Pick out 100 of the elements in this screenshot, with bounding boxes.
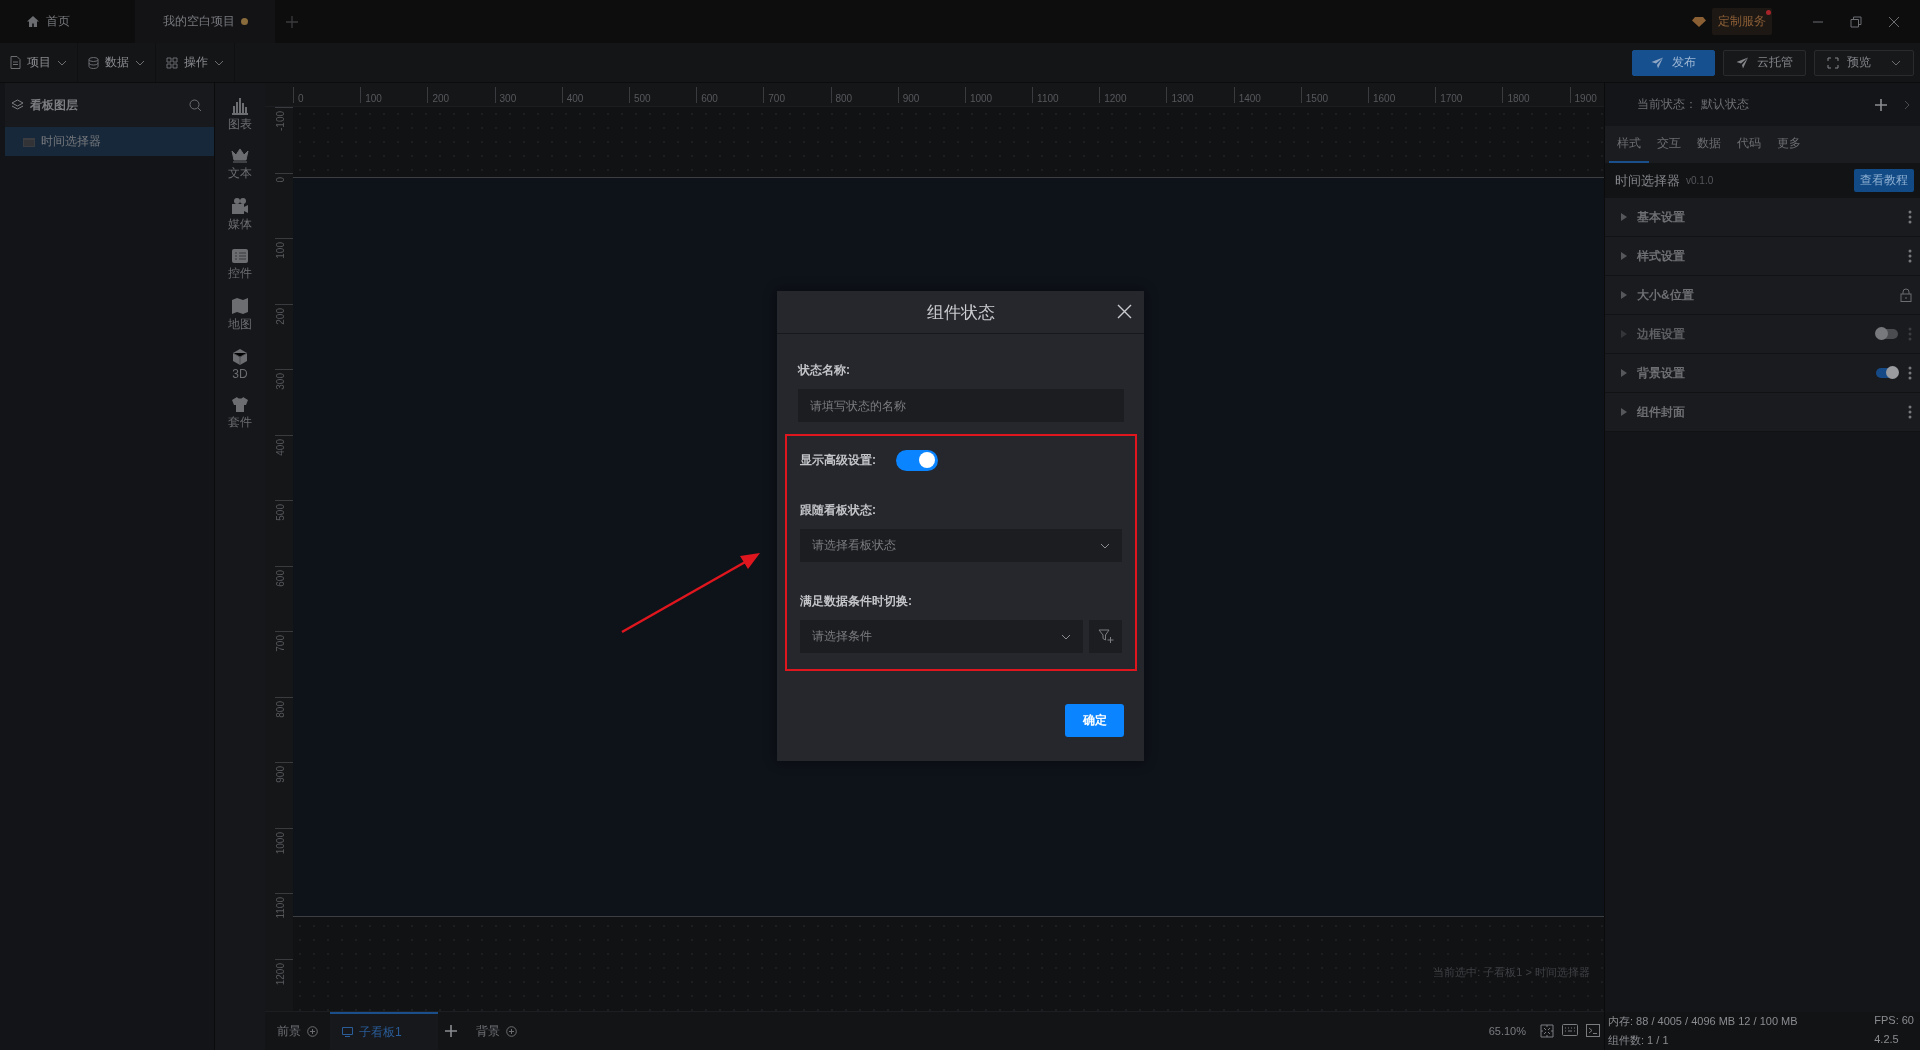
inspector-tab[interactable]: 交互 [1649, 126, 1689, 163]
monitor-icon [342, 1027, 353, 1037]
settings-section[interactable]: 基本设置 [1605, 198, 1920, 237]
expand-arrow-icon [1621, 408, 1627, 416]
settings-section[interactable]: 样式设置 [1605, 237, 1920, 276]
component-category[interactable]: 媒体 [218, 195, 262, 235]
add-state-icon[interactable] [1874, 97, 1888, 112]
title-tab[interactable]: 首页 [0, 0, 135, 43]
fps-counter: FPS: 60 [1874, 1014, 1914, 1028]
publish-button[interactable]: 发布 [1632, 49, 1715, 76]
title-tab[interactable]: 我的空白项目 [135, 0, 275, 43]
restore-icon[interactable] [1850, 15, 1862, 28]
select-field[interactable]: 请选择看板状态 [800, 529, 1122, 562]
layer-item[interactable]: 时间选择器 [5, 127, 214, 156]
board-tab[interactable]: 背景 [464, 1012, 529, 1050]
component-category[interactable]: 控件 [218, 246, 262, 284]
cloud-host-button[interactable]: 云托管 [1723, 49, 1806, 76]
preview-button[interactable]: 预览 [1814, 49, 1914, 76]
menu-button[interactable]: 项目 [0, 43, 78, 82]
add-board-icon[interactable] [444, 1024, 458, 1038]
ruler-label: 1400 [1233, 87, 1301, 103]
expand-arrow-icon [1621, 213, 1627, 221]
component-category[interactable]: 3D [218, 346, 262, 383]
more-icon[interactable] [1908, 366, 1912, 380]
diamond-icon [1692, 15, 1706, 28]
inspector-tab[interactable]: 数据 [1689, 126, 1729, 163]
ruler-label: 0 [293, 87, 361, 103]
inspector-tab[interactable]: 更多 [1769, 126, 1809, 163]
inspector-tab[interactable]: 代码 [1729, 126, 1769, 163]
select-field[interactable]: 请选择条件 [800, 620, 1083, 653]
component-category[interactable]: 地图 [218, 295, 262, 335]
database-icon [88, 56, 99, 69]
ruler-label: 1000 [964, 87, 1033, 103]
component-category[interactable]: 套件 [218, 394, 262, 433]
ruler-label: 1200 [1099, 87, 1167, 103]
tutorial-button[interactable]: 查看教程 [1854, 169, 1914, 192]
ruler-label: 300 [494, 87, 562, 103]
close-icon[interactable] [1888, 15, 1900, 28]
ruler-label: 900 [897, 87, 965, 103]
settings-section[interactable]: 组件封面 [1605, 393, 1920, 432]
video-camera-icon [231, 197, 249, 215]
state-value: 默认状态 [1701, 96, 1749, 113]
state-label: 当前状态： [1637, 96, 1697, 113]
board-tab[interactable]: 前景 [265, 1012, 330, 1050]
ruler-label: 700 [275, 634, 287, 654]
add-circle-icon[interactable] [307, 1025, 318, 1037]
field-label: 满足数据条件时切换: [800, 593, 913, 610]
ruler-label: 300 [275, 372, 287, 392]
component-count: 组件数: 1 / 1 [1608, 1033, 1670, 1048]
ruler-label: -100 [275, 110, 287, 133]
ruler-label: 400 [275, 437, 287, 458]
input-field[interactable]: 请填写状态的名称 [798, 389, 1124, 422]
confirm-button[interactable]: 确定 [1065, 704, 1124, 737]
component-category[interactable]: 图表 [218, 95, 262, 135]
menu-button[interactable]: 数据 [78, 43, 156, 82]
settings-section[interactable]: 大小&位置 [1605, 276, 1920, 315]
ruler-label: 1600 [1368, 87, 1436, 103]
toggle-switch[interactable] [896, 450, 938, 471]
more-icon[interactable] [1908, 249, 1912, 263]
calendar-icon [23, 136, 35, 147]
ruler-label: 200 [427, 87, 495, 103]
caret-icon [214, 59, 224, 66]
ruler-label: 200 [275, 306, 287, 327]
panel-title: 看板图层 [30, 96, 79, 114]
file-icon [10, 56, 21, 69]
ruler-label: 500 [275, 503, 287, 523]
settings-section[interactable]: 背景设置 [1605, 354, 1920, 393]
search-icon[interactable] [189, 98, 202, 112]
home-icon [26, 15, 40, 28]
caret-icon [57, 59, 67, 66]
chevron-down-icon [1061, 633, 1071, 640]
custom-service-button[interactable]: 定制服务 [1712, 8, 1772, 35]
version-label: v0.1.0 [1686, 175, 1715, 186]
add-circle-icon[interactable] [506, 1025, 517, 1037]
ruler-label: 700 [763, 87, 831, 103]
terminal-icon[interactable] [1586, 1024, 1600, 1037]
lock-icon[interactable] [1900, 288, 1912, 302]
more-icon[interactable] [1908, 405, 1912, 419]
version-number: 4.2.5 [1874, 1033, 1900, 1047]
ruler-label: 1000 [275, 830, 287, 856]
fit-screen-icon[interactable] [1540, 1024, 1554, 1038]
expand-arrow-icon [1621, 252, 1627, 260]
expand-arrow-icon [1621, 291, 1627, 299]
ruler-label: 1500 [1300, 87, 1368, 103]
close-button[interactable] [1117, 304, 1132, 319]
ruler-label: 100 [275, 241, 287, 261]
ruler-label: 600 [275, 568, 287, 589]
more-icon[interactable] [1908, 210, 1912, 224]
chevron-right-icon[interactable] [1904, 99, 1910, 110]
crown-icon [231, 148, 249, 164]
keyboard-icon[interactable] [1562, 1024, 1578, 1036]
ruler-label: 1100 [1032, 87, 1100, 103]
menu-button[interactable]: 操作 [156, 43, 235, 82]
field-label: 显示高级设置: [800, 452, 876, 469]
board-tab[interactable]: 子看板1 [330, 1012, 438, 1050]
component-category[interactable]: 文本 [218, 146, 262, 184]
field-label: 状态名称: [798, 362, 851, 379]
toggle-switch[interactable] [1876, 368, 1898, 378]
memory-usage: 内存: 88 / 4005 / 4096 MB 12 / 100 MB [1608, 1014, 1799, 1029]
ruler-label: 1100 [275, 896, 287, 921]
